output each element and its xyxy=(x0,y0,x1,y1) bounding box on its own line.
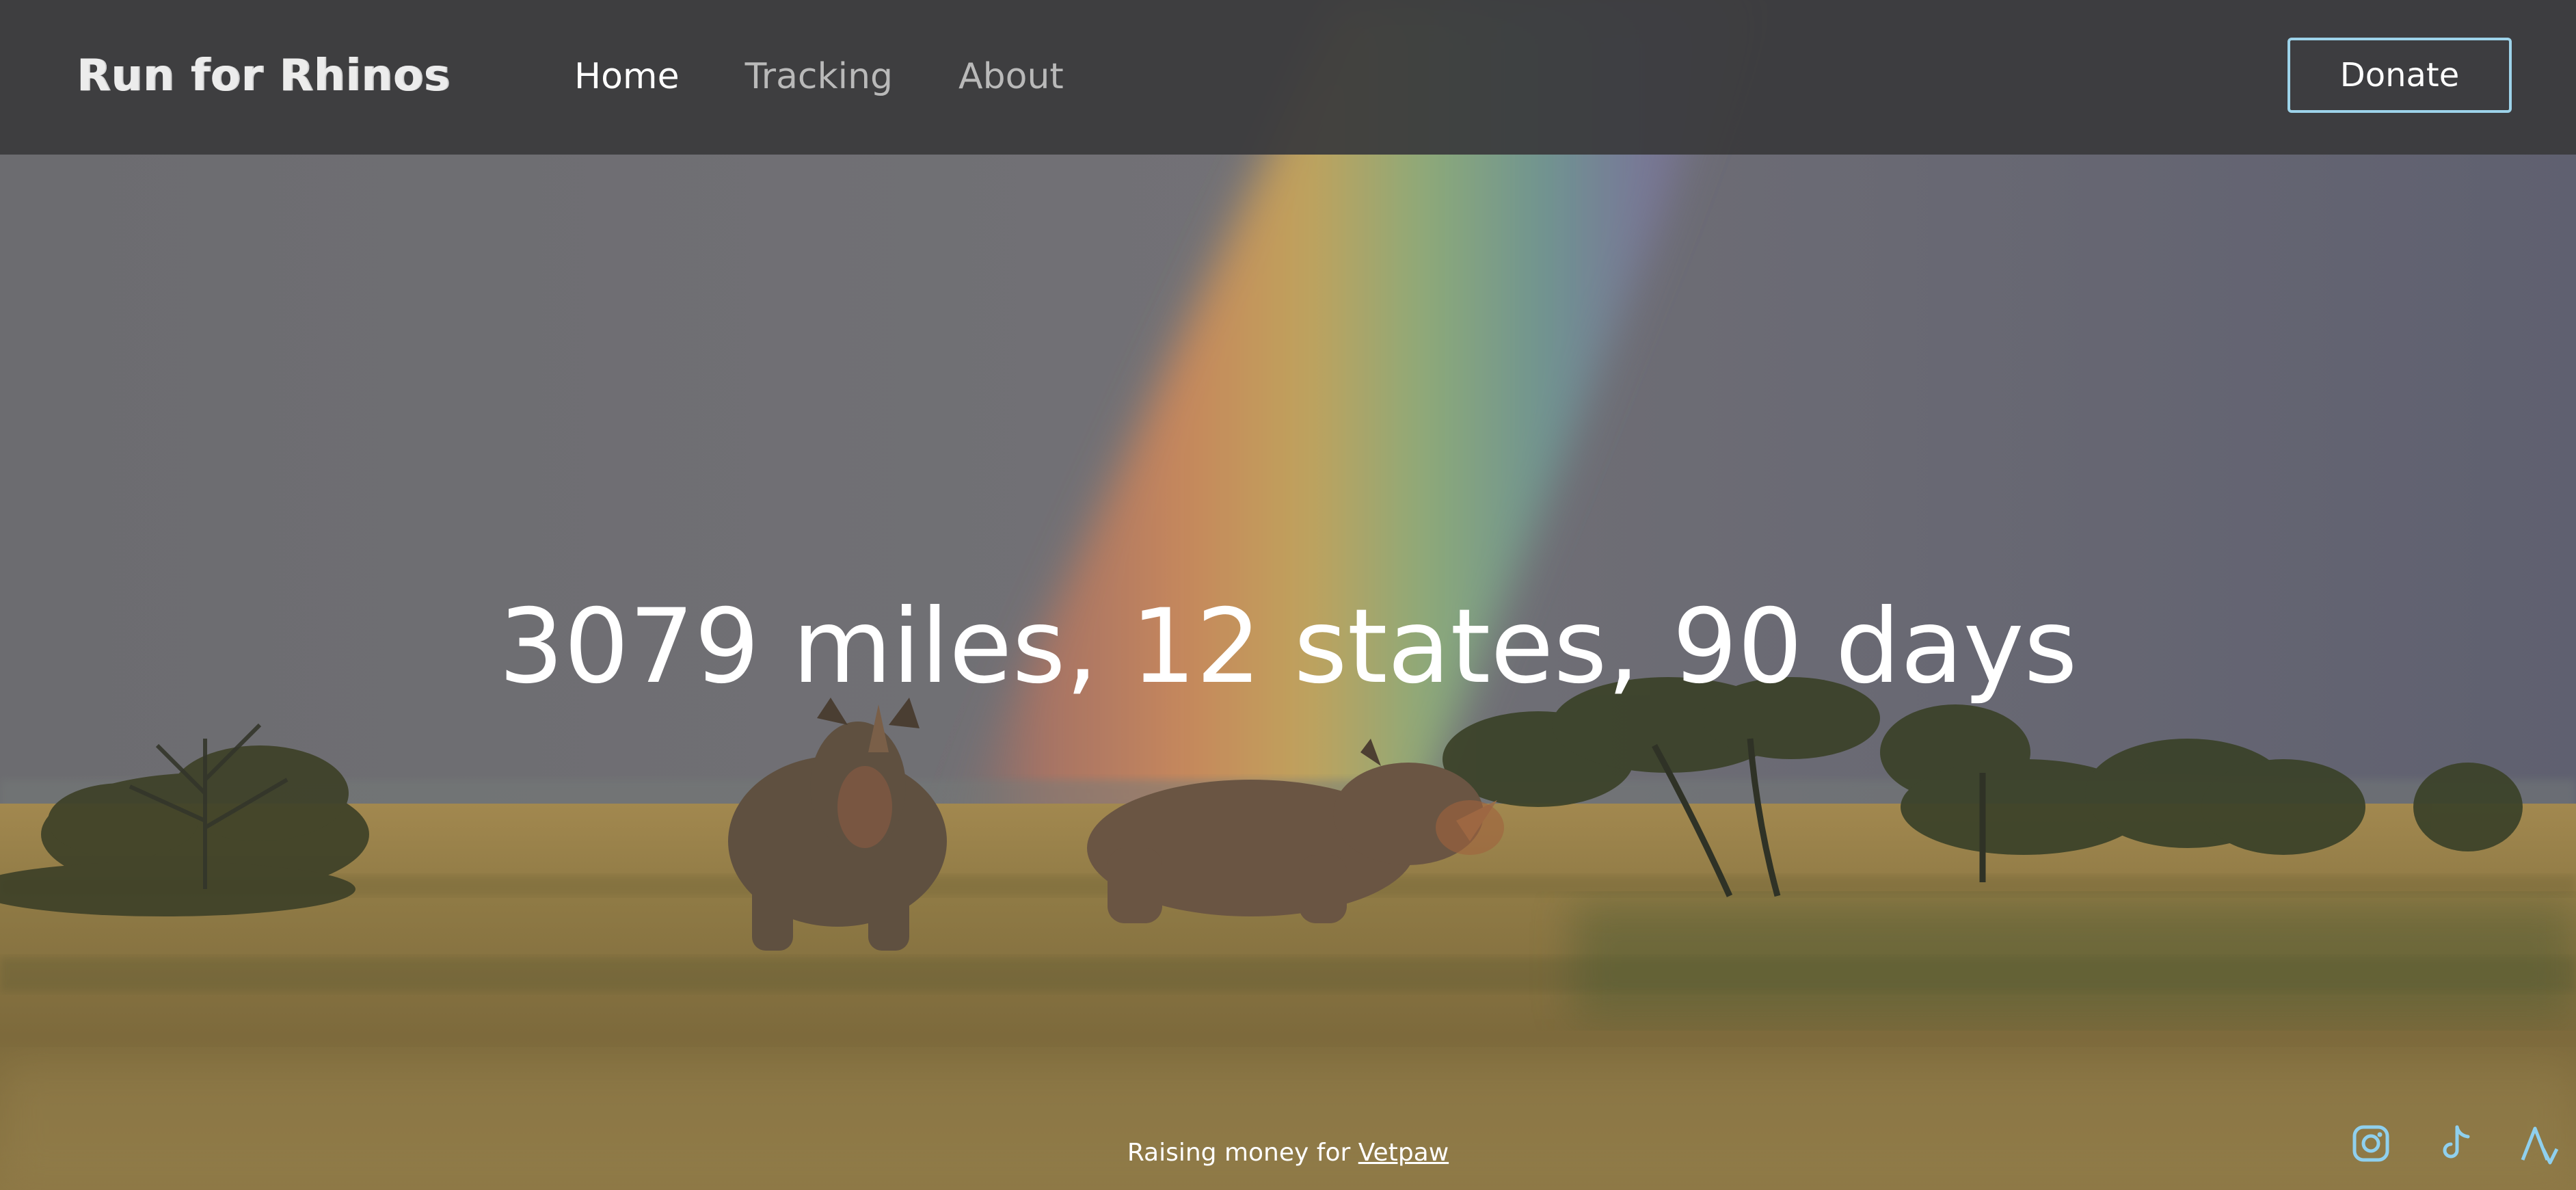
footer-text-prefix: Raising money for xyxy=(1127,1139,1358,1167)
nav-tracking-link[interactable]: Tracking xyxy=(745,49,893,104)
footer-fundraising-note: Raising money for Vetpaw xyxy=(0,1135,2576,1171)
nav-about-link[interactable]: About xyxy=(958,49,1064,104)
hero-headline: 3079 miles, 12 states, 90 days xyxy=(498,587,2078,706)
donate-button[interactable]: Donate xyxy=(2287,38,2512,113)
site-logo[interactable]: Run for Rhinos xyxy=(77,45,451,107)
tiktok-icon[interactable] xyxy=(2434,1122,2478,1165)
vetpaw-link[interactable]: Vetpaw xyxy=(1358,1139,1449,1167)
main-nav: Home Tracking About xyxy=(574,49,1064,104)
strava-icon[interactable] xyxy=(2519,1122,2562,1165)
instagram-icon[interactable] xyxy=(2349,1122,2393,1165)
social-links xyxy=(2349,1122,2562,1165)
nav-home-link[interactable]: Home xyxy=(574,49,680,104)
home-page: Run for Rhinos Home Tracking About Donat… xyxy=(0,0,2576,1190)
top-navigation-bar: Run for Rhinos Home Tracking About Donat… xyxy=(0,0,2576,155)
